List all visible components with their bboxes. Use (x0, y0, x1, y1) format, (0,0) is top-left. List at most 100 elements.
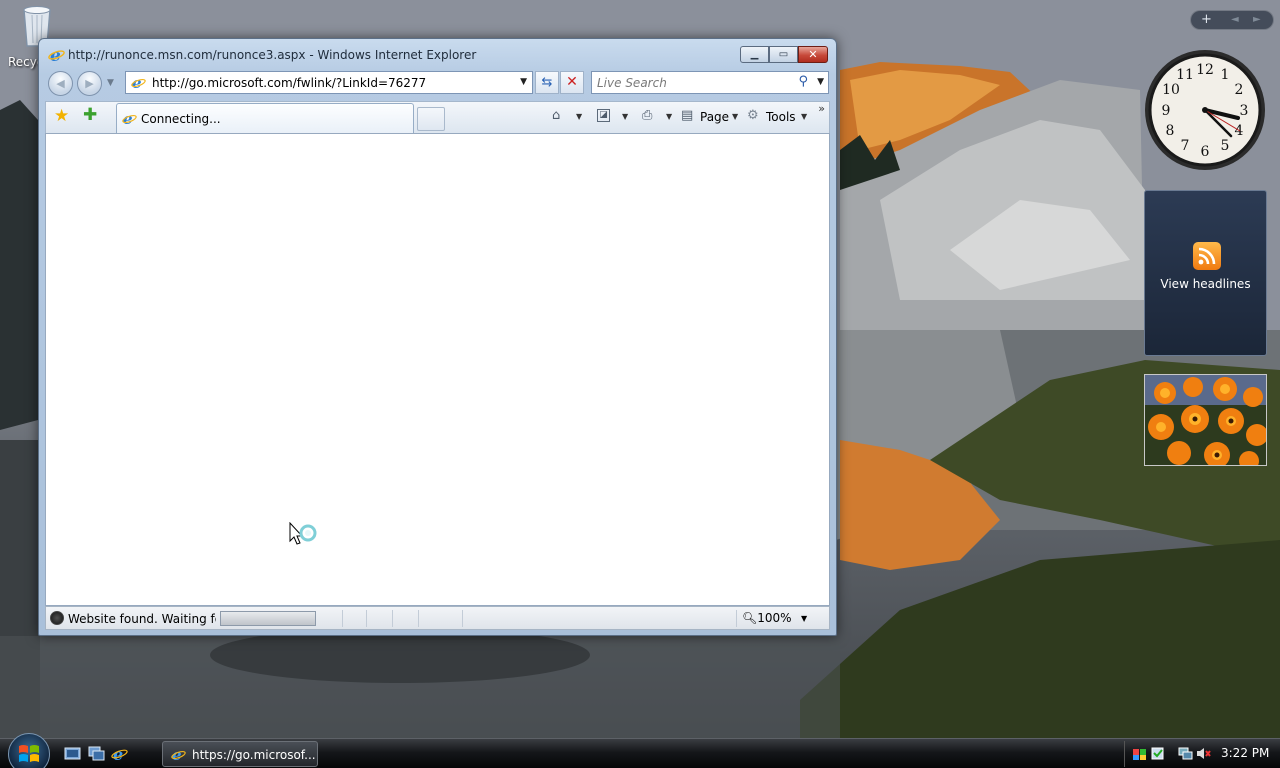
taskbar: e e https://go.microsof... 3:22 PM (0, 733, 1280, 768)
search-placeholder: Live Search (597, 76, 667, 90)
zoom-icon: 🔍︎ (742, 611, 758, 625)
stop-button[interactable]: ✕ (560, 71, 584, 94)
home-icon[interactable]: ⌂ (552, 109, 560, 122)
back-icon: ◀ (56, 77, 65, 90)
refresh-button[interactable]: ⇆ (535, 71, 559, 94)
svg-text:7: 7 (1181, 138, 1190, 154)
minimize-button[interactable]: ▁ (740, 46, 769, 63)
status-bar: Website found. Waiting for reply... 🔍︎10… (45, 606, 830, 630)
search-box[interactable]: Live Search ⚲ ▼ (591, 71, 829, 94)
task-label: https://go.microsof... (192, 748, 316, 762)
maximize-icon: ▭ (778, 48, 789, 60)
task-ie-icon: e (171, 747, 186, 762)
zoom-dropdown[interactable]: ▼ (801, 614, 807, 623)
stop-icon: ✕ (566, 74, 578, 90)
address-bar[interactable]: e http://go.microsoft.com/fwlink/?LinkId… (125, 71, 533, 94)
page-menu-dropdown[interactable]: ▼ (732, 112, 738, 121)
svg-text:3: 3 (1240, 103, 1249, 119)
feeds-icon[interactable]: ◪ (597, 109, 610, 122)
window-controls: ▁ ▭ ✕ (740, 46, 828, 63)
slideshow-gadget[interactable] (1144, 374, 1267, 466)
prev-gadget-button[interactable]: ◄ (1231, 14, 1239, 25)
start-button[interactable] (8, 733, 50, 768)
svg-text:10: 10 (1162, 82, 1180, 98)
navigation-bar: ◀ ▶ ▼ e http://go.microsoft.com/fwlink/?… (39, 69, 836, 99)
switch-windows-icon[interactable] (88, 746, 105, 761)
tools-gear-icon: ⚙ (747, 108, 759, 123)
refresh-icon: ⇆ (541, 75, 553, 90)
back-button[interactable]: ◀ (48, 71, 73, 96)
status-text: Website found. Waiting for reply... (68, 612, 216, 626)
busy-cursor-icon (289, 522, 317, 545)
ie-logo-icon: e (48, 46, 65, 63)
taskbar-clock[interactable]: 3:22 PM (1221, 746, 1269, 760)
print-icon[interactable]: ⎙ (642, 109, 652, 122)
quick-launch-ie-icon[interactable]: e (111, 746, 128, 761)
add-gadget-button[interactable]: + (1201, 12, 1212, 27)
rss-feed-icon (1193, 242, 1221, 270)
update-icon[interactable] (1150, 746, 1165, 761)
address-url: http://go.microsoft.com/fwlink/?LinkId=7… (152, 76, 427, 90)
status-divider (736, 610, 737, 627)
svg-text:1: 1 (1221, 67, 1230, 83)
address-dropdown-icon[interactable]: ▼ (520, 77, 527, 87)
taskbar-ie-task[interactable]: e https://go.microsof... (162, 741, 318, 767)
svg-text:6: 6 (1201, 144, 1210, 160)
zoom-level[interactable]: 🔍︎100% (742, 611, 792, 625)
feeds-dropdown[interactable]: ▼ (622, 112, 628, 121)
windows-logo-icon (19, 745, 39, 762)
volume-muted-icon[interactable] (1196, 746, 1211, 761)
search-options-dropdown[interactable]: ▼ (817, 77, 824, 87)
forward-icon: ▶ (85, 77, 94, 90)
status-divider (342, 610, 343, 627)
maximize-button[interactable]: ▭ (769, 46, 798, 63)
print-dropdown[interactable]: ▼ (666, 112, 672, 121)
progress-bar (220, 611, 316, 626)
show-desktop-icon[interactable] (64, 746, 81, 761)
recent-pages-dropdown[interactable]: ▼ (107, 78, 114, 88)
status-divider (392, 610, 393, 627)
slideshow-flowers-image (1145, 375, 1266, 465)
svg-text:8: 8 (1166, 123, 1175, 139)
tab-connecting[interactable]: e Connecting... (116, 103, 414, 134)
close-icon: ✕ (808, 48, 818, 61)
ie-window: e http://runonce.msn.com/runonce3.aspx -… (38, 38, 837, 636)
page-menu[interactable]: Page (700, 110, 729, 124)
command-bar: ★ ✚ e Connecting... ⌂ ▼ ◪ ▼ ⎙ ▼ ▤ Page ▼… (45, 101, 830, 134)
page-content[interactable] (45, 133, 830, 606)
forward-button[interactable]: ▶ (77, 71, 102, 96)
favorites-star-icon[interactable]: ★ (54, 108, 69, 125)
home-dropdown[interactable]: ▼ (576, 112, 582, 121)
status-divider (462, 610, 463, 627)
window-title: http://runonce.msn.com/runonce3.aspx - W… (68, 48, 477, 62)
page-icon: ▤ (681, 108, 694, 123)
minimize-icon: ▁ (750, 48, 759, 60)
add-favorites-icon[interactable]: ✚ (83, 107, 97, 124)
svg-text:2: 2 (1235, 82, 1244, 98)
page-favicon-icon: e (131, 75, 146, 90)
new-tab-button[interactable] (417, 107, 445, 131)
next-gadget-button[interactable]: ► (1253, 14, 1261, 25)
view-headlines-link[interactable]: View headlines (1145, 277, 1266, 291)
zoom-value: 100% (757, 611, 792, 625)
tools-menu-dropdown[interactable]: ▼ (801, 112, 807, 121)
tab-label: Connecting... (141, 112, 221, 126)
tools-menu[interactable]: Tools (766, 110, 796, 124)
title-bar[interactable]: e http://runonce.msn.com/runonce3.aspx -… (39, 39, 836, 69)
more-commands-chevron-icon[interactable]: » (818, 102, 825, 115)
tray-divider (1124, 741, 1125, 767)
tab-ie-icon: e (122, 111, 137, 126)
close-button[interactable]: ✕ (798, 46, 828, 63)
svg-text:12: 12 (1196, 62, 1214, 78)
sidebar-controls: + ◄ ► (1190, 10, 1274, 30)
status-divider (418, 610, 419, 627)
clock-gadget[interactable]: 12 12 345 678 91011 (1143, 48, 1267, 172)
network-icon[interactable] (1178, 746, 1193, 761)
status-divider (366, 610, 367, 627)
search-icon[interactable]: ⚲ (798, 74, 808, 89)
security-center-icon[interactable] (1132, 746, 1147, 761)
feed-headlines-gadget[interactable]: View headlines (1144, 190, 1267, 356)
loading-status-icon (50, 611, 64, 625)
svg-text:5: 5 (1221, 138, 1230, 154)
svg-text:9: 9 (1162, 103, 1171, 119)
